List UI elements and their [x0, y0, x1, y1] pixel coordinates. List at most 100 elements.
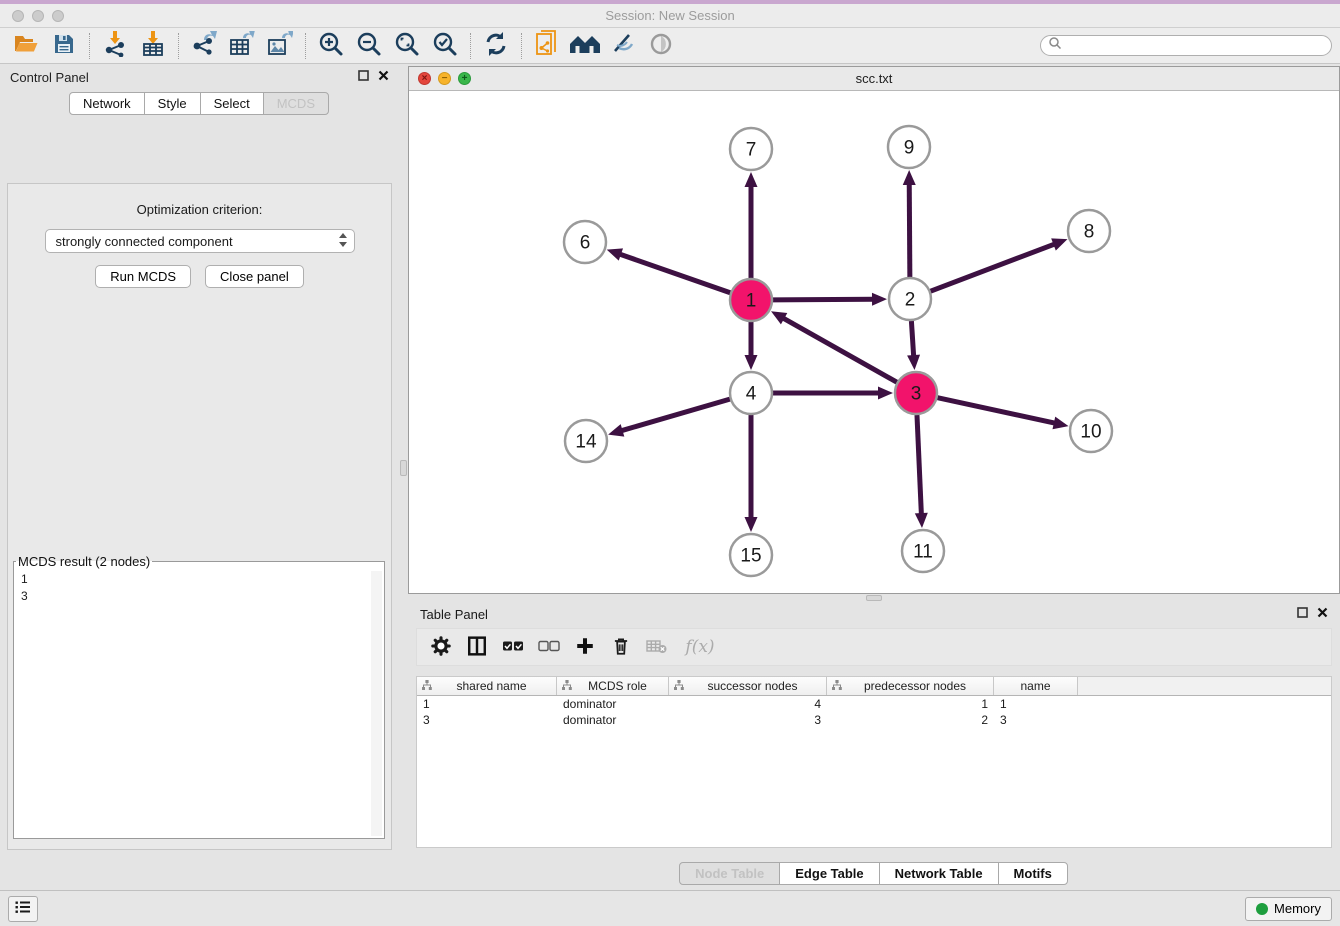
tab-style[interactable]: Style [144, 92, 201, 115]
list-icon [14, 899, 32, 918]
memory-status-icon [1256, 903, 1268, 915]
eye-icon [648, 32, 674, 59]
table-settings-button[interactable] [425, 632, 457, 662]
graph-node-1[interactable]: 1 [730, 279, 772, 321]
minimize-window-button[interactable] [32, 10, 44, 22]
column-header-shared-name[interactable]: shared name [417, 677, 557, 695]
svg-text:4: 4 [746, 384, 757, 405]
network-window-title: scc.txt [856, 71, 893, 86]
criterion-select[interactable]: strongly connected component [45, 229, 355, 253]
graph-node-10[interactable]: 10 [1070, 410, 1112, 452]
zoom-in-button[interactable] [313, 31, 349, 61]
toolbar-separator [89, 33, 90, 59]
columns-icon [467, 636, 487, 659]
tab-mcds[interactable]: MCDS [263, 92, 329, 115]
open-session-button[interactable] [8, 31, 44, 61]
select-all-button[interactable] [497, 632, 529, 662]
home-layout-button[interactable] [567, 31, 603, 61]
save-floppy-icon [52, 32, 76, 59]
refresh-layout-button[interactable] [478, 31, 514, 61]
graph-node-14[interactable]: 14 [565, 420, 607, 462]
search-box[interactable] [1040, 35, 1332, 56]
column-header-predecessor-nodes[interactable]: predecessor nodes [827, 677, 994, 695]
column-header-name[interactable]: name [994, 677, 1078, 695]
tab-network-table[interactable]: Network Table [879, 862, 999, 885]
main-area: Control Panel Network Style Select MCDS … [0, 64, 1340, 890]
horizontal-splitter[interactable] [408, 594, 1340, 602]
save-session-button[interactable] [46, 31, 82, 61]
close-panel-icon[interactable] [378, 68, 389, 86]
task-history-button[interactable] [8, 896, 38, 922]
export-image-button[interactable] [262, 31, 298, 61]
zoom-out-button[interactable] [351, 31, 387, 61]
trash-icon [611, 636, 631, 659]
tab-network[interactable]: Network [69, 92, 145, 115]
refresh-icon [484, 32, 508, 59]
search-input[interactable] [1067, 39, 1324, 53]
cell-successor-nodes: 4 [669, 697, 827, 711]
graph-node-15[interactable]: 15 [730, 534, 772, 576]
minimize-network-button[interactable]: − [438, 72, 451, 85]
tab-motifs[interactable]: Motifs [998, 862, 1068, 885]
hide-panel-button[interactable] [605, 31, 641, 61]
window-controls[interactable] [12, 10, 64, 22]
graph-node-8[interactable]: 8 [1068, 210, 1110, 252]
export-table-button[interactable] [224, 31, 260, 61]
zoom-out-icon [356, 31, 382, 60]
maximize-network-button[interactable]: + [458, 72, 471, 85]
tab-edge-table[interactable]: Edge Table [779, 862, 879, 885]
delete-entry-button[interactable] [605, 632, 637, 662]
graph-node-11[interactable]: 11 [902, 530, 944, 572]
application-window: Session: New Session [0, 0, 1340, 926]
splitter-handle[interactable] [400, 460, 407, 476]
deselect-all-button[interactable] [533, 632, 565, 662]
export-image-icon [267, 31, 293, 60]
tab-node-table[interactable]: Node Table [679, 862, 780, 885]
add-entry-button[interactable] [569, 632, 601, 662]
table-row[interactable]: 3 dominator 3 2 3 [417, 712, 1331, 728]
vertical-splitter[interactable] [399, 64, 408, 890]
graph-node-3[interactable]: 3 [895, 372, 937, 414]
maximize-window-button[interactable] [52, 10, 64, 22]
close-window-button[interactable] [12, 10, 24, 22]
network-window-titlebar[interactable]: × − + scc.txt [409, 67, 1339, 91]
import-table-button[interactable] [135, 31, 171, 61]
hierarchy-icon [422, 679, 432, 693]
import-network-button[interactable] [97, 31, 133, 61]
float-panel-icon[interactable] [358, 68, 369, 86]
table-panel-title: Table Panel [420, 607, 488, 622]
node-table[interactable]: shared name MCDS role successor nodes [416, 676, 1332, 848]
network-graph[interactable]: 7 9 6 8 1 2 4 3 14 10 15 11 [409, 91, 1339, 593]
new-network-from-selection-button[interactable] [529, 31, 565, 61]
graph-node-2[interactable]: 2 [889, 278, 931, 320]
run-mcds-button[interactable]: Run MCDS [95, 265, 191, 288]
svg-text:15: 15 [740, 546, 761, 567]
svg-text:10: 10 [1080, 422, 1101, 443]
tab-select[interactable]: Select [200, 92, 264, 115]
graph-node-9[interactable]: 9 [888, 126, 930, 168]
graph-node-6[interactable]: 6 [564, 221, 606, 263]
memory-button[interactable]: Memory [1245, 897, 1332, 921]
table-row[interactable]: 1 dominator 4 1 1 [417, 696, 1331, 712]
show-eye-button[interactable] [643, 31, 679, 61]
title-bar[interactable]: Session: New Session [0, 4, 1340, 28]
splitter-handle[interactable] [866, 595, 882, 601]
close-panel-icon[interactable] [1317, 605, 1328, 623]
column-header-successor-nodes[interactable]: successor nodes [669, 677, 827, 695]
close-panel-button[interactable]: Close panel [205, 265, 304, 288]
graph-node-4[interactable]: 4 [730, 372, 772, 414]
column-header-mcds-role[interactable]: MCDS role [557, 677, 669, 695]
window-title: Session: New Session [605, 8, 734, 23]
hierarchy-icon [674, 679, 684, 693]
graph-node-7[interactable]: 7 [730, 128, 772, 170]
result-scrollbar[interactable] [371, 571, 382, 836]
zoom-selected-button[interactable] [427, 31, 463, 61]
close-network-button[interactable]: × [418, 72, 431, 85]
homes-icon [569, 32, 601, 59]
export-network-button[interactable] [186, 31, 222, 61]
column-layout-button[interactable] [461, 632, 493, 662]
float-panel-icon[interactable] [1297, 605, 1308, 623]
toolbar-separator [305, 33, 306, 59]
zoom-fit-button[interactable] [389, 31, 425, 61]
hierarchy-icon [562, 679, 572, 693]
